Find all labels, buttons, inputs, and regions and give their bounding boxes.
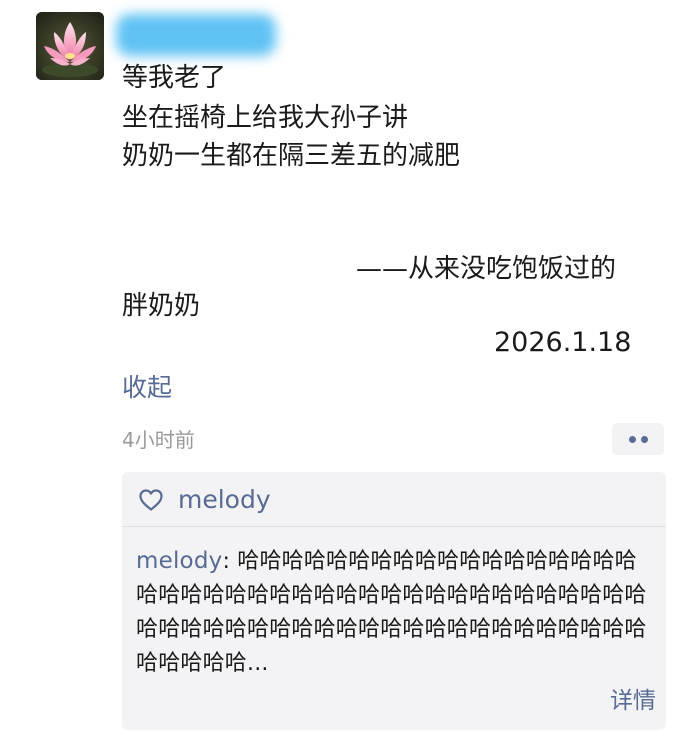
comment[interactable]: melody: 哈哈哈哈哈哈哈哈哈哈哈哈哈哈哈哈哈哈哈哈哈哈哈哈哈哈哈哈哈哈哈哈… [136,544,650,681]
dot-icon [641,436,648,443]
post-line-1: 等我老了 [122,63,227,93]
post-line-2: 坐在摇椅上给我大孙子讲 [122,103,409,133]
dot-icon [629,436,636,443]
lotus-flower-icon [36,12,104,80]
post-timestamp: 4小时前 [122,428,195,452]
liked-by-user[interactable]: melody [178,484,271,516]
heart-outline-icon [139,489,163,511]
post-date: 2026.1.18 [494,327,632,358]
interaction-panel: melody melody: 哈哈哈哈哈哈哈哈哈哈哈哈哈哈哈哈哈哈哈哈哈哈哈哈哈… [122,472,666,730]
comment-author[interactable]: melody [136,548,222,574]
post-line-5: 胖奶奶 [122,291,201,321]
redaction-blur [116,14,276,56]
post-line-4: ——从来没吃饱饭过的 [356,254,617,284]
detail-link[interactable]: 详情 [610,684,656,718]
avatar[interactable] [36,12,104,80]
post-line-3: 奶奶一生都在隔三差五的减肥 [122,141,461,171]
collapse-link[interactable]: 收起 [122,372,172,404]
divider [122,526,666,527]
comment-separator: : [222,549,238,574]
username-redacted[interactable] [112,6,282,64]
likes-row: melody [122,472,666,526]
more-options-button[interactable] [612,423,664,455]
